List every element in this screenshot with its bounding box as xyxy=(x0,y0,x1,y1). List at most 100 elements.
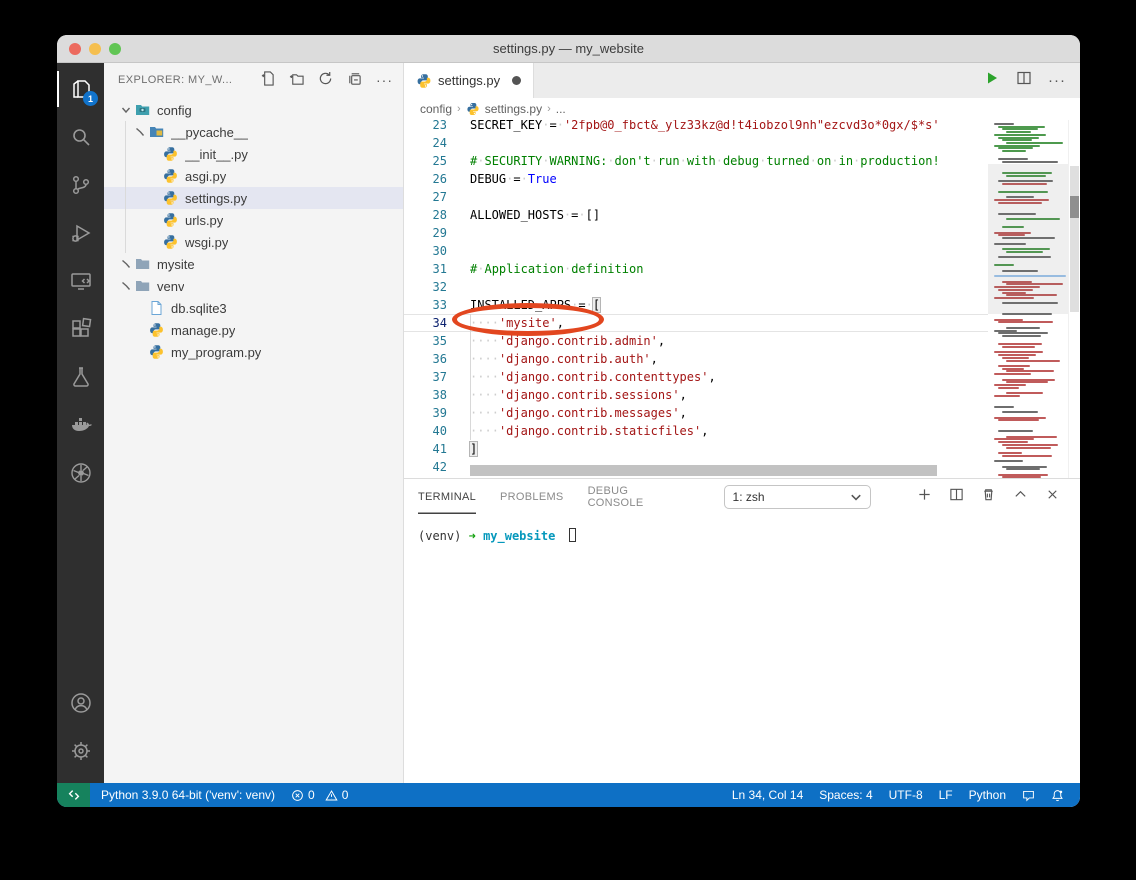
code-line-37[interactable]: 37····'django.contrib.contenttypes', xyxy=(404,368,988,386)
feedback-icon[interactable] xyxy=(1014,783,1043,807)
breadcrumb-settings-py[interactable]: settings.py xyxy=(485,102,542,116)
minimap-line xyxy=(1006,251,1043,253)
code-line-31[interactable]: 31#·Application·definition xyxy=(404,260,988,278)
chevron-right-icon[interactable] xyxy=(118,259,134,269)
file-tree: config__pycache____init__.pyasgi.pysetti… xyxy=(104,97,403,363)
code-line-40[interactable]: 40····'django.contrib.staticfiles', xyxy=(404,422,988,440)
line-number: 28 xyxy=(404,206,460,224)
encoding-status[interactable]: UTF-8 xyxy=(881,783,931,807)
tree-item-settings-py[interactable]: settings.py xyxy=(104,187,403,209)
scrollbar-thumb-dark[interactable] xyxy=(1070,196,1079,218)
code-line-24[interactable]: 24 xyxy=(404,134,988,152)
code-line-26[interactable]: 26DEBUG·=·True xyxy=(404,170,988,188)
code-line-41[interactable]: 41] xyxy=(404,440,988,458)
collapse-folders-icon[interactable] xyxy=(347,71,362,89)
new-folder-icon[interactable] xyxy=(289,71,304,89)
tree-item-urls-py[interactable]: urls.py xyxy=(104,209,403,231)
tree-item--pycache-[interactable]: __pycache__ xyxy=(104,121,403,143)
cursor-position-status[interactable]: Ln 34, Col 14 xyxy=(724,783,811,807)
refresh-icon[interactable] xyxy=(318,71,333,89)
minimap-line xyxy=(994,408,1066,410)
explorer-icon[interactable]: 1 xyxy=(57,65,104,113)
chevron-right-icon[interactable] xyxy=(132,127,148,137)
vertical-scrollbar[interactable] xyxy=(1068,120,1080,478)
python-icon xyxy=(162,234,179,250)
code-scroll-area[interactable]: 23SECRET_KEY·=·'2fpb@0_fbct&_ylz33kz@d!t… xyxy=(404,120,988,478)
tree-item-db-sqlite3[interactable]: db.sqlite3 xyxy=(104,297,403,319)
tab-settings-py[interactable]: settings.py xyxy=(404,63,534,98)
notifications-bell-icon[interactable] xyxy=(1043,783,1072,807)
editor-more-icon[interactable]: ··· xyxy=(1048,72,1066,89)
code-line-35[interactable]: 35····'django.contrib.admin', xyxy=(404,332,988,350)
minimap-line xyxy=(998,289,1033,291)
search-icon[interactable] xyxy=(57,113,104,161)
minimap[interactable] xyxy=(988,120,1068,478)
panel-tab-debug-console[interactable]: DEBUG CONSOLE xyxy=(588,479,676,514)
testing-icon[interactable] xyxy=(57,353,104,401)
breadcrumb-config[interactable]: config xyxy=(420,102,452,116)
code-line-28[interactable]: 28ALLOWED_HOSTS·=·[] xyxy=(404,206,988,224)
code-line-38[interactable]: 38····'django.contrib.sessions', xyxy=(404,386,988,404)
scrollbar-thumb[interactable] xyxy=(1070,166,1079,312)
tree-item-wsgi-py[interactable]: wsgi.py xyxy=(104,231,403,253)
minimap-line xyxy=(994,275,1066,277)
kill-terminal-icon[interactable] xyxy=(981,487,996,507)
remote-indicator-icon[interactable] xyxy=(57,783,90,807)
minimap-line xyxy=(1002,357,1029,359)
minimap-line xyxy=(994,240,1066,242)
code-line-33[interactable]: 33INSTALLED_APPS·=·[ xyxy=(404,296,988,314)
minimap-line xyxy=(994,324,1066,326)
horizontal-scrollbar[interactable] xyxy=(470,465,937,476)
code-line-34[interactable]: 34····'mysite', xyxy=(404,314,988,332)
code-line-32[interactable]: 32 xyxy=(404,278,988,296)
breadcrumb-more[interactable]: ... xyxy=(556,102,566,116)
code-line-36[interactable]: 36····'django.contrib.auth', xyxy=(404,350,988,368)
tree-item-venv[interactable]: venv xyxy=(104,275,403,297)
chevron-down-icon[interactable] xyxy=(118,105,134,115)
source-control-icon[interactable] xyxy=(57,161,104,209)
kubernetes-icon[interactable] xyxy=(57,449,104,497)
code-line-23[interactable]: 23SECRET_KEY·=·'2fpb@0_fbct&_ylz33kz@d!t… xyxy=(404,120,988,134)
explorer-more-icon[interactable]: ··· xyxy=(376,75,393,85)
code-line-39[interactable]: 39····'django.contrib.messages', xyxy=(404,404,988,422)
tree-item-asgi-py[interactable]: asgi.py xyxy=(104,165,403,187)
run-python-file-icon[interactable] xyxy=(984,70,1000,91)
tree-item-label: db.sqlite3 xyxy=(171,301,227,316)
tree-item-config[interactable]: config xyxy=(104,99,403,121)
problems-status[interactable]: 0 0 xyxy=(283,783,356,807)
terminal-content[interactable]: (venv) ➜ my_website xyxy=(404,514,1080,783)
minimap-line xyxy=(998,452,1022,454)
eol-status[interactable]: LF xyxy=(931,783,961,807)
indentation-status[interactable]: Spaces: 4 xyxy=(811,783,880,807)
panel-tab-terminal[interactable]: TERMINAL xyxy=(418,479,476,514)
split-terminal-icon[interactable] xyxy=(949,487,964,507)
tree-item-my-program-py[interactable]: my_program.py xyxy=(104,341,403,363)
maximize-panel-icon[interactable] xyxy=(1013,487,1028,507)
code-line-27[interactable]: 27 xyxy=(404,188,988,206)
split-editor-icon[interactable] xyxy=(1016,70,1032,91)
tree-item--init-py[interactable]: __init__.py xyxy=(104,143,403,165)
python-interpreter-status[interactable]: Python 3.9.0 64-bit ('venv': venv) xyxy=(90,783,283,807)
code-line-25[interactable]: 25#·SECURITY·WARNING:·don't·run·with·deb… xyxy=(404,152,988,170)
panel-tab-problems[interactable]: PROBLEMS xyxy=(500,479,564,514)
new-terminal-icon[interactable] xyxy=(917,487,932,507)
code-line-43[interactable]: 43MIDDLEWARE·=·[ xyxy=(404,476,988,478)
terminal-shell-select[interactable]: 1: zsh xyxy=(724,485,871,509)
minimap-line xyxy=(1002,226,1024,228)
code-text: ALLOWED_HOSTS·=·[] xyxy=(460,206,988,224)
new-file-icon[interactable] xyxy=(260,71,275,89)
docker-icon[interactable] xyxy=(57,401,104,449)
extensions-icon[interactable] xyxy=(57,305,104,353)
remote-explorer-icon[interactable] xyxy=(57,257,104,305)
close-panel-icon[interactable] xyxy=(1045,487,1060,507)
language-mode-status[interactable]: Python xyxy=(961,783,1014,807)
chevron-right-icon[interactable] xyxy=(118,281,134,291)
tree-item-manage-py[interactable]: manage.py xyxy=(104,319,403,341)
code-line-29[interactable]: 29 xyxy=(404,224,988,242)
accounts-icon[interactable] xyxy=(57,679,104,727)
modified-dot-icon[interactable] xyxy=(512,76,521,85)
run-debug-icon[interactable] xyxy=(57,209,104,257)
code-line-30[interactable]: 30 xyxy=(404,242,988,260)
tree-item-mysite[interactable]: mysite xyxy=(104,253,403,275)
settings-gear-icon[interactable] xyxy=(57,727,104,775)
